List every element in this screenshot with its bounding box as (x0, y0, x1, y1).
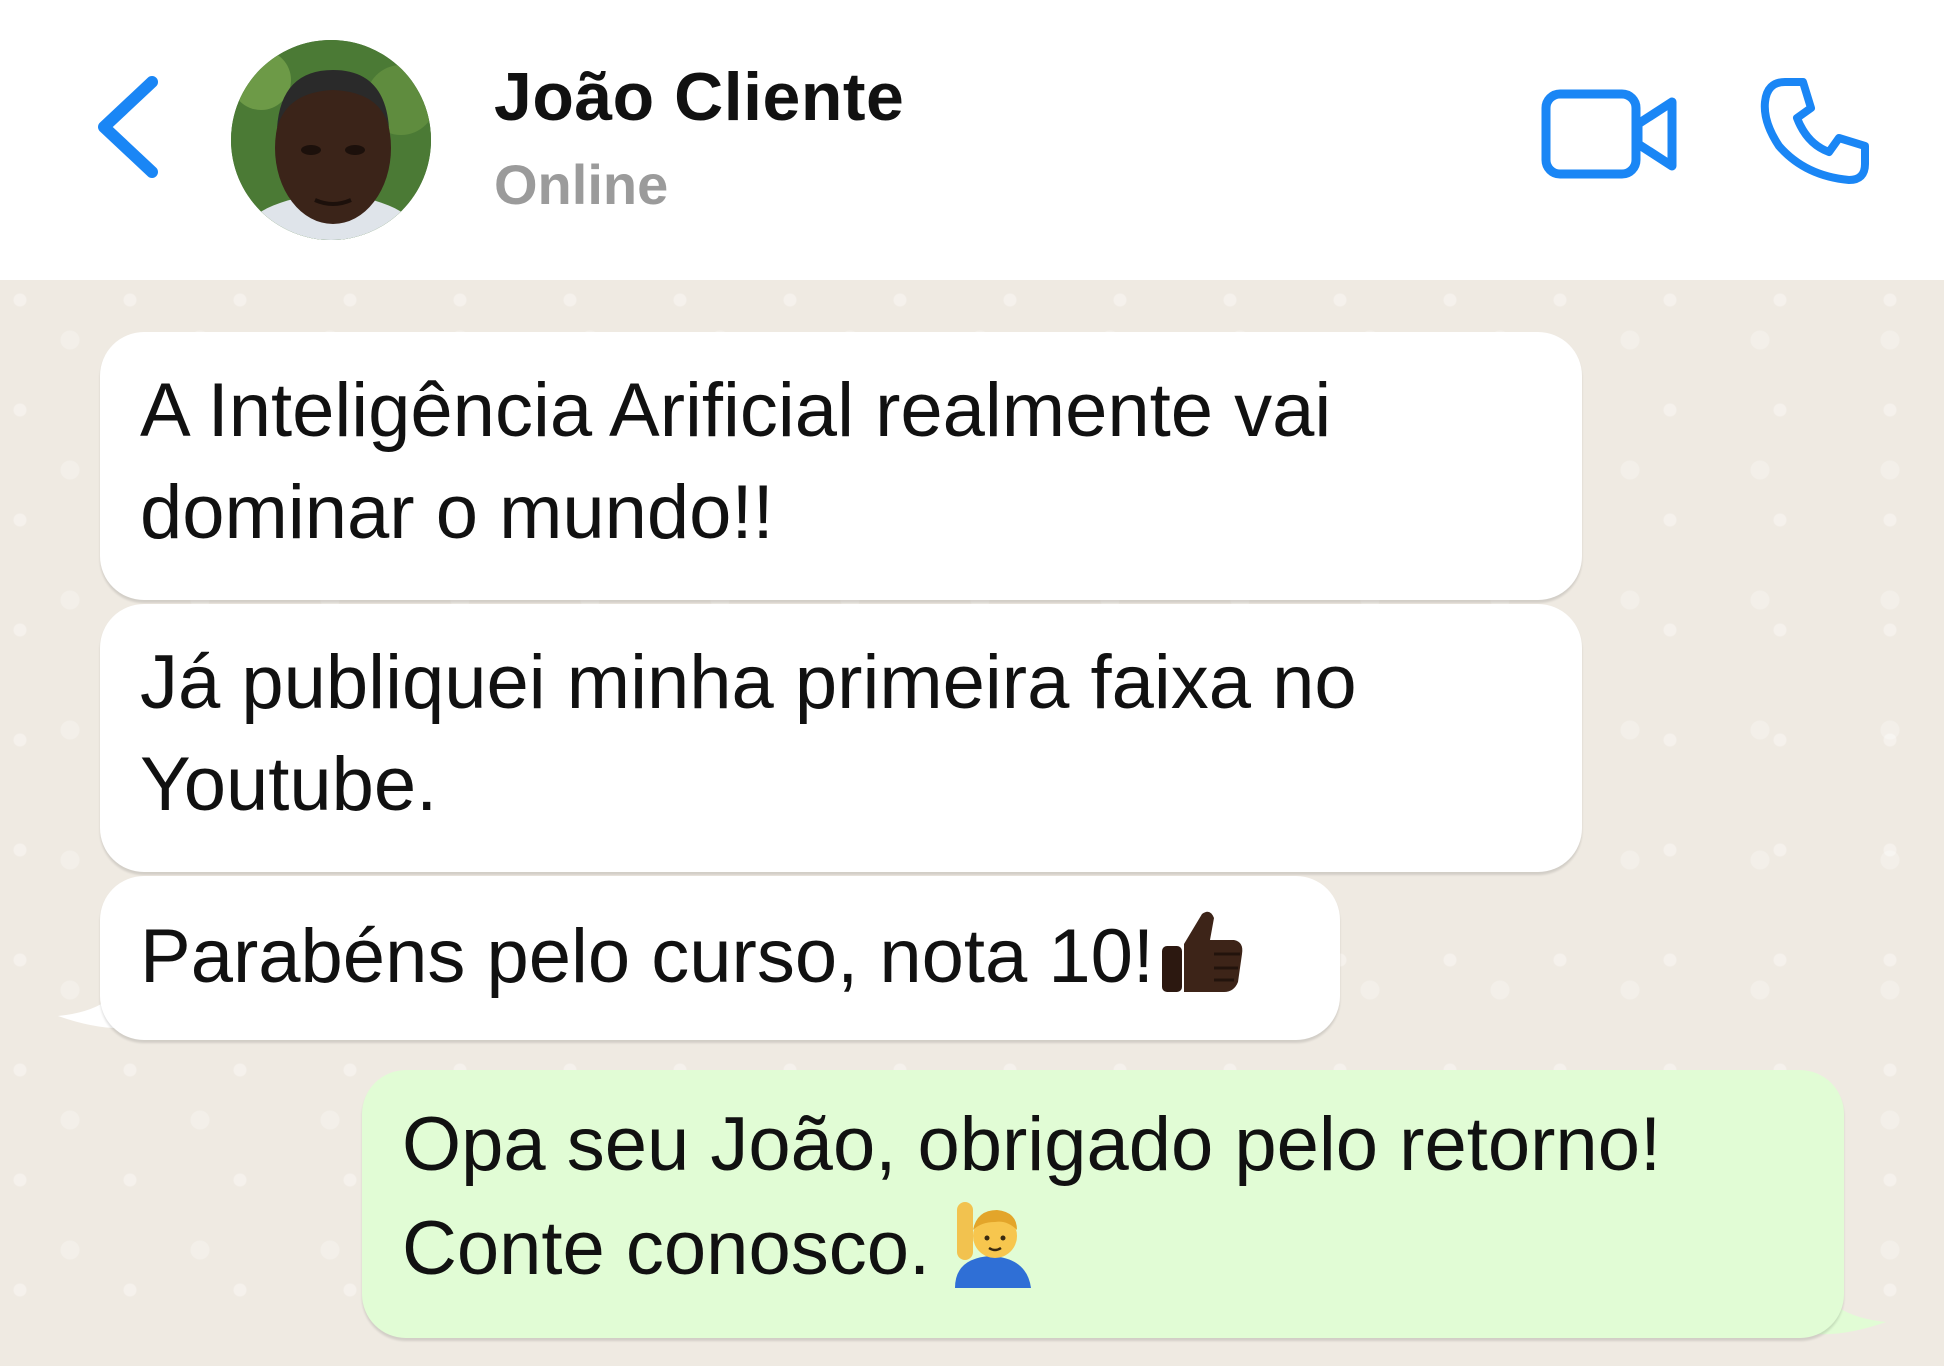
message-list[interactable]: A Inteligência Arificial realmente vai d… (0, 280, 1944, 1366)
message-text: Parabéns pelo curso, nota 10! (140, 914, 1155, 999)
person-raising-hand-icon (951, 1196, 1037, 1314)
video-call-button[interactable] (1540, 84, 1680, 184)
chevron-left-icon (98, 76, 158, 178)
message-bubble[interactable]: Parabéns pelo curso, nota 10! (100, 876, 1340, 1040)
avatar[interactable] (231, 40, 431, 240)
voice-call-button[interactable] (1755, 72, 1875, 192)
message-text: A Inteligência Arificial realmente vai d… (140, 368, 1332, 555)
phone-icon (1760, 78, 1869, 184)
chat-header: João Cliente Online (0, 0, 1944, 280)
contact-name[interactable]: João Cliente (494, 58, 904, 136)
message-bubble[interactable]: Opa seu João, obrigado pelo retorno! Con… (362, 1070, 1844, 1338)
video-camera-icon (1541, 89, 1677, 179)
message-bubble[interactable]: Já publiquei minha primeira faixa no You… (100, 604, 1582, 872)
back-button[interactable] (92, 72, 172, 182)
contact-photo (231, 40, 431, 240)
thumbs-up-icon (1154, 904, 1246, 1022)
message-text: Já publiquei minha primeira faixa no You… (140, 640, 1357, 827)
message-bubble[interactable]: A Inteligência Arificial realmente vai d… (100, 332, 1582, 600)
contact-status: Online (494, 153, 669, 216)
